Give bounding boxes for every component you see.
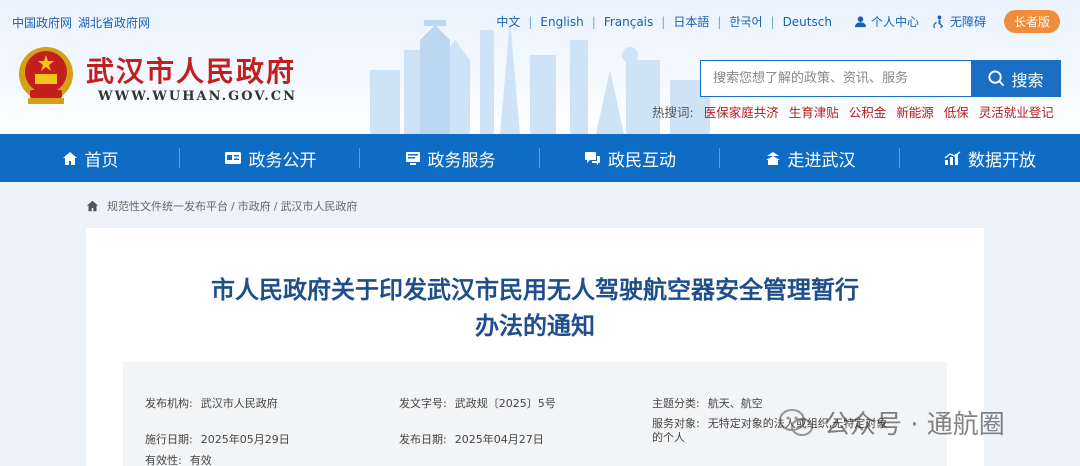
meta-label: 发文字号:: [399, 397, 447, 410]
nav-gov-services[interactable]: 政务服务: [360, 134, 540, 182]
breadcrumb: 规范性文件统一发布平台 / 市政府 / 武汉市人民政府: [86, 198, 357, 214]
nav-interaction[interactable]: 政民互动: [540, 134, 720, 182]
hot-word[interactable]: 公积金: [849, 102, 887, 121]
article-title-line: 市人民政府关于印发武汉市民用无人驾驶航空器安全管理暂行: [211, 276, 859, 304]
site-header: 中国政府网 湖北省政府网 中文 | English | Français | 日本語 | …: [0, 0, 1080, 134]
personal-center-link[interactable]: 个人中心: [854, 13, 919, 30]
home-icon: [62, 151, 77, 165]
lang-french[interactable]: Français: [596, 15, 661, 29]
accessibility-label: 无障碍: [949, 15, 986, 29]
wechat-icon: [779, 408, 813, 436]
hot-word[interactable]: 灵活就业登记: [979, 102, 1054, 121]
nav-label: 首页: [84, 150, 119, 171]
lang-japanese[interactable]: 日本語: [665, 13, 717, 30]
lang-german[interactable]: Deutsch: [775, 15, 840, 29]
lang-chinese[interactable]: 中文: [488, 13, 528, 30]
meta-label: 有效性:: [145, 454, 182, 466]
hot-word[interactable]: 新能源: [896, 102, 934, 121]
chat-icon: [585, 151, 600, 165]
hot-word[interactable]: 生育津贴: [789, 102, 839, 121]
accessibility-icon: [933, 15, 944, 28]
lang-english[interactable]: English: [532, 15, 591, 29]
article-title-line: 办法的通知: [475, 312, 595, 340]
search-bar: 搜索: [700, 60, 1061, 97]
meta-topic: 主题分类: 航天、航空: [652, 395, 763, 411]
search-input[interactable]: [700, 60, 971, 97]
meta-value: 武汉市人民政府: [200, 397, 278, 410]
hot-word[interactable]: 医保家庭共济: [704, 102, 779, 121]
meta-value: 2025年04月27日: [454, 433, 544, 446]
hot-search-label: 热搜词:: [652, 105, 694, 120]
home-icon[interactable]: [86, 200, 99, 212]
site-url: WWW.WUHAN.GOV.CN: [98, 89, 297, 104]
id-card-icon: [224, 152, 241, 164]
elder-mode-button[interactable]: 长者版: [1003, 10, 1060, 33]
breadcrumb-separator: /: [273, 199, 278, 213]
meta-value: 2025年05月29日: [200, 433, 290, 446]
nav-open-data[interactable]: 数据开放: [900, 134, 1080, 182]
link-gov-cn[interactable]: 中国政府网: [12, 16, 72, 30]
meta-label: 主题分类:: [652, 397, 700, 410]
meta-validity: 有效性: 有效: [145, 452, 212, 466]
meta-label: 发布日期:: [399, 433, 447, 446]
monitor-icon: [405, 151, 420, 165]
chart-icon: [944, 150, 961, 165]
meta-doc-number: 发文字号: 武政规〔2025〕5号: [399, 395, 556, 411]
user-icon: [854, 16, 867, 28]
meta-label: 发布机构:: [145, 397, 193, 410]
breadcrumb-item[interactable]: 市政府: [238, 198, 271, 214]
hot-word[interactable]: 低保: [944, 102, 969, 121]
meta-issuer: 发布机构: 武汉市人民政府: [145, 395, 278, 411]
accessibility-link[interactable]: 无障碍: [933, 13, 986, 30]
nav-label: 政务公开: [248, 150, 317, 171]
nav-about-wuhan[interactable]: 走进武汉: [720, 134, 900, 182]
main-nav: 首页 政务公开 政务服务 政民互动 走进武汉 数据开放: [0, 134, 1080, 182]
lang-korean[interactable]: 한국어: [721, 13, 770, 30]
external-links: 中国政府网 湖北省政府网: [12, 14, 156, 31]
nav-label: 走进武汉: [787, 150, 856, 171]
wechat-watermark: 公众号 · 通航圈: [778, 404, 1005, 441]
national-emblem-logo: [19, 47, 73, 104]
meta-value: 航天、航空: [707, 397, 763, 410]
breadcrumb-item[interactable]: 规范性文件统一发布平台: [107, 198, 228, 214]
search-button-label: 搜索: [1011, 70, 1044, 90]
breadcrumb-separator: /: [231, 199, 235, 213]
nav-label: 政民互动: [608, 150, 676, 171]
search-icon: [988, 70, 1005, 87]
nav-label: 数据开放: [968, 150, 1036, 171]
link-hubei-gov[interactable]: 湖北省政府网: [78, 16, 150, 30]
article-title: 市人民政府关于印发武汉市民用无人驾驶航空器安全管理暂行 办法的通知: [86, 272, 984, 344]
nav-home[interactable]: 首页: [0, 134, 180, 182]
personal-center-label: 个人中心: [870, 15, 919, 29]
hot-search-words: 热搜词: 医保家庭共济 生育津贴 公积金 新能源 低保 灵活就业登记: [652, 102, 1054, 121]
meta-effective-date: 施行日期: 2025年05月29日: [145, 431, 290, 447]
meta-value: 武政规〔2025〕5号: [454, 397, 556, 410]
site-name: 武汉市人民政府: [86, 55, 297, 88]
search-button[interactable]: 搜索: [971, 60, 1061, 97]
breadcrumb-item[interactable]: 武汉市人民政府: [280, 198, 357, 214]
language-bar: 中文 | English | Français | 日本語 | 한국어 | Deutsch…: [488, 10, 1060, 33]
pavilion-icon: [765, 151, 780, 165]
nav-label: 政务服务: [427, 150, 496, 171]
meta-publish-date: 发布日期: 2025年04月27日: [399, 431, 544, 447]
meta-label: 施行日期:: [145, 433, 193, 446]
meta-label: 服务对象:: [652, 417, 700, 430]
meta-value: 有效: [189, 454, 212, 466]
watermark-text: 公众号 · 通航圈: [824, 410, 1005, 440]
nav-gov-affairs[interactable]: 政务公开: [180, 134, 360, 182]
